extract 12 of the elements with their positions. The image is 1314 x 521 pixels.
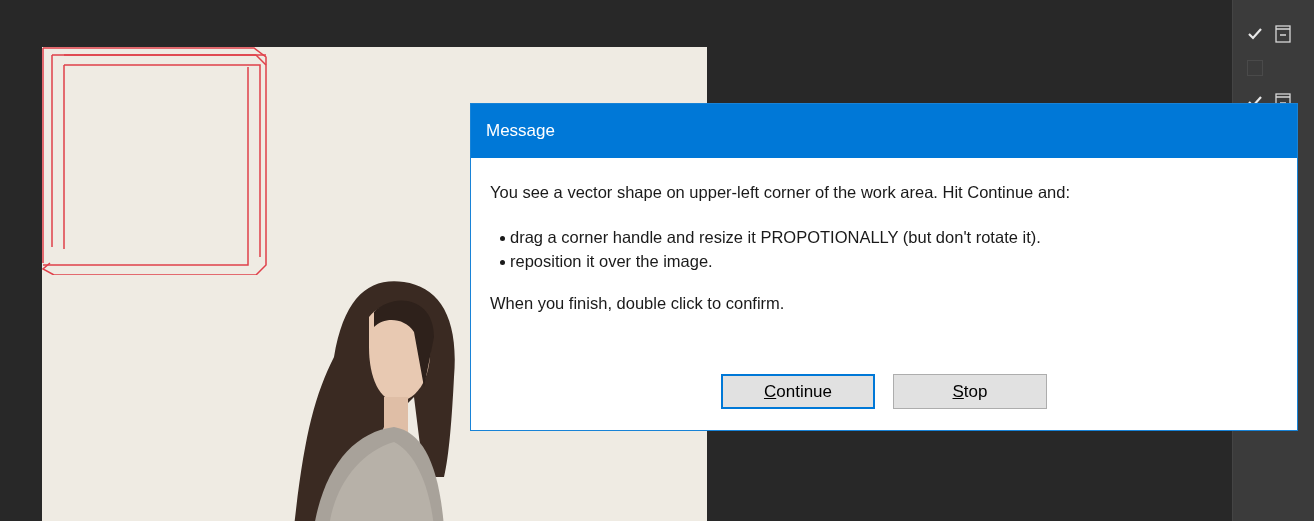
visibility-toggle[interactable] bbox=[1247, 26, 1263, 42]
instruction-text: drag a corner handle and resize it PROPOTIONALLY (but don't rotate it). bbox=[510, 226, 1041, 248]
dialog-button[interactable]: Stop bbox=[893, 374, 1047, 409]
bullet-icon bbox=[500, 259, 505, 265]
intro-text: You see a vector shape on upper-left corner of the work area. Hit Continue and: bbox=[490, 182, 1071, 203]
closing-text: When you finish, double click to confirm. bbox=[490, 292, 786, 314]
instruction-text: reposition it over the image. bbox=[510, 250, 713, 272]
dialog-title: Message bbox=[486, 120, 555, 143]
bullet-icon bbox=[500, 235, 505, 241]
dialog-button[interactable]: Continue bbox=[721, 374, 875, 409]
layer-icon[interactable] bbox=[1275, 25, 1291, 43]
check-icon bbox=[1248, 28, 1262, 40]
